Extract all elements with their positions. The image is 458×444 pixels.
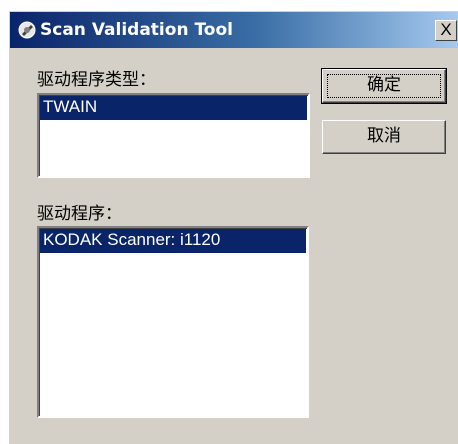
scanner-app-icon [18, 21, 36, 39]
list-item-kodak-scanner[interactable]: KODAK Scanner: i1120 [40, 229, 306, 253]
driver-label: 驱动程序： [37, 204, 122, 224]
cancel-button-label: 取消 [367, 126, 401, 146]
focus-rect [327, 74, 441, 98]
driver-listbox[interactable]: KODAK Scanner: i1120 [37, 226, 309, 418]
window-title: Scan Validation Tool [40, 20, 233, 40]
title-bar[interactable]: Scan Validation Tool X [10, 12, 458, 48]
cancel-button[interactable]: 取消 [322, 120, 446, 154]
list-item-twain[interactable]: TWAIN [40, 96, 307, 120]
ok-button[interactable]: 确定 [321, 68, 447, 104]
close-button[interactable]: X [435, 20, 457, 41]
driver-type-label: 驱动程序类型： [37, 70, 156, 90]
dialog-window: Scan Validation Tool X 驱动程序类型： TWAIN 确定 … [8, 10, 458, 444]
driver-type-listbox[interactable]: TWAIN [37, 93, 310, 178]
